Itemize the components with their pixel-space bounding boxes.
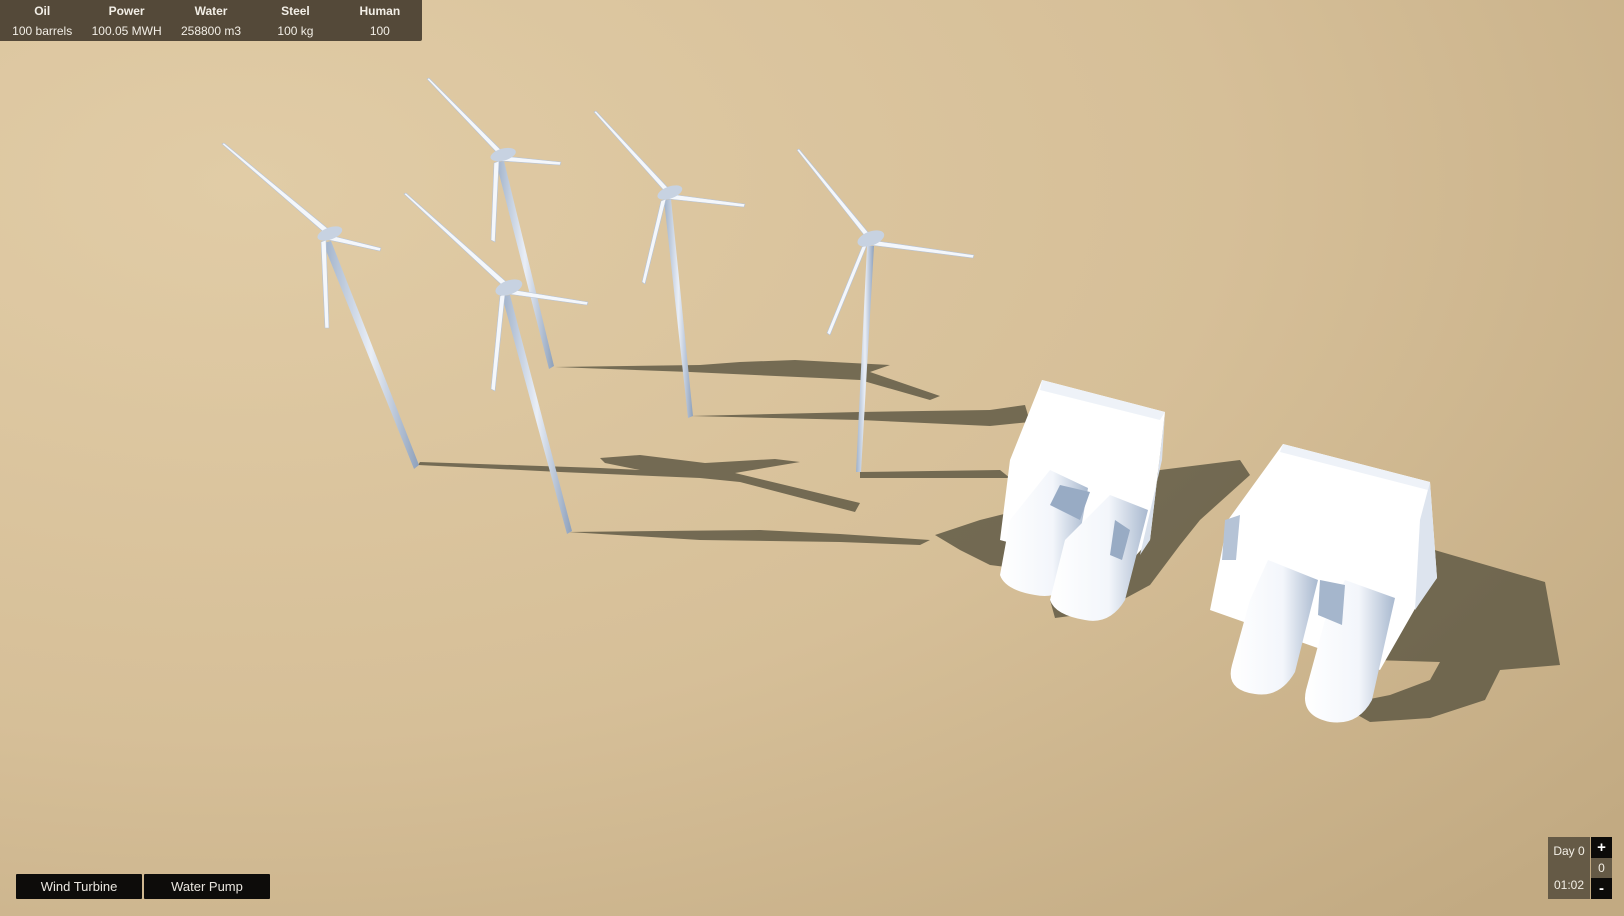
speed-decrease-button[interactable]: -: [1591, 878, 1612, 899]
resource-water: Water 258800 m3: [169, 0, 253, 41]
resource-name: Human: [359, 3, 401, 18]
resource-power: Power 100.05 MWH: [84, 0, 168, 41]
resource-value: 100 kg: [277, 23, 314, 38]
resource-value: 100 barrels: [12, 23, 73, 38]
resource-panel: Oil 100 barrels Power 100.05 MWH Water 2…: [0, 0, 422, 41]
resource-name: Steel: [281, 3, 310, 18]
water-pump-button[interactable]: Water Pump: [144, 874, 270, 899]
resource-name: Power: [108, 3, 145, 18]
resource-oil: Oil 100 barrels: [0, 0, 84, 41]
build-menu: Wind Turbine Water Pump: [16, 874, 270, 899]
resource-value: 258800 m3: [180, 23, 242, 38]
resource-human: Human 100: [338, 0, 422, 41]
game-world-view[interactable]: [0, 0, 1624, 916]
time-panel: Day 0 01:02: [1548, 837, 1590, 899]
ground: [0, 0, 1624, 916]
clock-label: 01:02: [1553, 878, 1585, 892]
resource-value: 100.05 MWH: [91, 23, 162, 38]
speed-increase-button[interactable]: +: [1591, 837, 1612, 858]
time-speed-controls: + 0 -: [1591, 837, 1612, 899]
day-label: Day 0: [1553, 844, 1585, 858]
speed-value: 0: [1591, 858, 1612, 878]
resource-name: Water: [194, 3, 228, 18]
resource-value: 100: [369, 23, 390, 38]
resource-steel: Steel 100 kg: [253, 0, 337, 41]
wind-turbine-button[interactable]: Wind Turbine: [16, 874, 142, 899]
resource-name: Oil: [34, 3, 51, 18]
